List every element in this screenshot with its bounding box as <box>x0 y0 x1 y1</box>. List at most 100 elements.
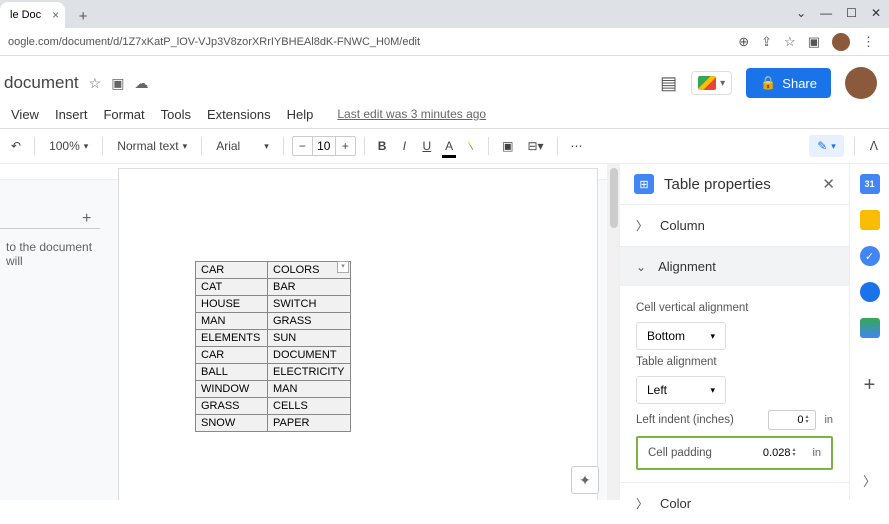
add-outline-button[interactable]: + <box>82 210 91 228</box>
table-cell[interactable]: SUN <box>268 330 351 347</box>
table-row[interactable]: MANGRASS <box>196 313 351 330</box>
zoom-icon[interactable]: ⊕ <box>738 34 749 50</box>
menu-tools[interactable]: Tools <box>154 103 198 126</box>
menu-format[interactable]: Format <box>96 103 151 126</box>
editing-mode-button[interactable]: ✎ ▾ <box>809 135 844 157</box>
table-cell[interactable]: SWITCH <box>268 296 351 313</box>
browser-menu-icon[interactable]: ⋮ <box>862 34 875 50</box>
browser-tab[interactable]: le Doc × <box>0 2 65 28</box>
chevron-down-icon[interactable]: ⌄ <box>796 6 806 20</box>
table-cell[interactable]: CAR <box>196 347 268 364</box>
table-row[interactable]: CARDOCUMENT <box>196 347 351 364</box>
comments-icon[interactable]: ▤ <box>660 73 677 94</box>
table-cell[interactable]: ELEMENTS <box>196 330 268 347</box>
table-cell[interactable]: MAN <box>196 313 268 330</box>
table-cell[interactable]: CAT <box>196 279 268 296</box>
document-table[interactable]: CARCOLORSCATBARHOUSESWITCHMANGRASSELEMEN… <box>195 261 351 432</box>
maps-icon[interactable] <box>860 318 880 338</box>
zoom-select[interactable]: 100% ▾ <box>43 135 94 157</box>
table-cell[interactable]: WINDOW <box>196 381 268 398</box>
table-row[interactable]: CARCOLORS <box>196 262 351 279</box>
align-button[interactable]: ⊟▾ <box>522 135 548 157</box>
style-select[interactable]: Normal text ▾ <box>111 135 193 157</box>
calendar-icon[interactable]: 31 <box>860 174 880 194</box>
table-cell[interactable]: GRASS <box>196 398 268 415</box>
cell-padding-input[interactable] <box>760 447 790 459</box>
section-alignment[interactable]: ⌄ Alignment <box>620 247 849 286</box>
italic-button[interactable]: I <box>395 135 413 157</box>
close-panel-button[interactable]: ✕ <box>822 175 835 193</box>
toolbar: ↶ 100% ▾ Normal text ▾ Arial ▾ − + B I U… <box>0 128 889 164</box>
new-tab-button[interactable]: + <box>71 4 95 28</box>
table-align-select[interactable]: Left ▾ <box>636 376 726 404</box>
table-row[interactable]: WINDOWMAN <box>196 381 351 398</box>
highlight-button[interactable]: / <box>462 135 480 157</box>
more-tools-button[interactable]: ⋯ <box>566 135 588 157</box>
bold-button[interactable]: B <box>373 135 392 157</box>
font-size-input[interactable] <box>312 137 336 155</box>
collapse-rail-button[interactable]: 〉 <box>863 471 876 490</box>
scrollbar-track[interactable] <box>607 164 619 500</box>
account-avatar-icon[interactable] <box>845 67 877 99</box>
table-cell[interactable]: MAN <box>268 381 351 398</box>
insert-image-button[interactable]: ▣ <box>497 135 518 157</box>
table-cell[interactable]: CELLS <box>268 398 351 415</box>
increase-font-button[interactable]: + <box>336 137 355 155</box>
table-row[interactable]: HOUSESWITCH <box>196 296 351 313</box>
move-icon[interactable]: ▣ <box>111 75 124 92</box>
cell-vertical-select[interactable]: Bottom ▾ <box>636 322 726 350</box>
table-row[interactable]: GRASSCELLS <box>196 398 351 415</box>
contacts-icon[interactable] <box>860 282 880 302</box>
stepper-icon[interactable]: ▴▾ <box>805 415 808 425</box>
keep-icon[interactable] <box>860 210 880 230</box>
table-handle-icon[interactable]: ▾ <box>337 261 349 273</box>
font-select[interactable]: Arial ▾ <box>210 135 275 157</box>
menu-insert[interactable]: Insert <box>48 103 95 126</box>
table-cell[interactable]: BALL <box>196 364 268 381</box>
bookmark-icon[interactable]: ☆ <box>784 34 796 50</box>
left-indent-input[interactable] <box>773 414 803 426</box>
profile-avatar-icon[interactable] <box>832 33 850 51</box>
stepper-icon[interactable]: ▴▾ <box>792 448 795 458</box>
table-cell[interactable]: CAR <box>196 262 268 279</box>
close-window-button[interactable]: ✕ <box>871 6 881 20</box>
url-text[interactable]: oogle.com/document/d/1Z7xKatP_lOV-VJp3V8… <box>8 36 738 48</box>
document-page[interactable]: CARCOLORSCATBARHOUSESWITCHMANGRASSELEMEN… <box>118 168 598 500</box>
table-cell[interactable]: PAPER <box>268 415 351 432</box>
last-edit-link[interactable]: Last edit was 3 minutes ago <box>330 103 493 125</box>
table-cell[interactable]: HOUSE <box>196 296 268 313</box>
collapse-toolbar-button[interactable]: ᐱ <box>865 135 883 157</box>
table-cell[interactable]: DOCUMENT <box>268 347 351 364</box>
share-url-icon[interactable]: ⇪ <box>761 34 772 50</box>
tasks-icon[interactable]: ✓ <box>860 246 880 266</box>
table-cell[interactable]: BAR <box>268 279 351 296</box>
menu-view[interactable]: View <box>4 103 46 126</box>
table-row[interactable]: ELEMENTSSUN <box>196 330 351 347</box>
text-color-button[interactable]: A <box>440 135 458 157</box>
extensions-icon[interactable]: ▣ <box>808 34 820 50</box>
explore-button[interactable]: ✦ <box>571 466 599 494</box>
minimize-button[interactable]: — <box>820 6 832 20</box>
undo-button[interactable]: ↶ <box>6 135 26 157</box>
add-addon-button[interactable]: + <box>864 374 876 397</box>
maximize-button[interactable]: ☐ <box>846 6 857 20</box>
meet-button[interactable]: ▾ <box>691 71 732 95</box>
cloud-status-icon[interactable]: ☁ <box>134 75 148 92</box>
scrollbar-thumb[interactable] <box>610 168 618 228</box>
table-cell[interactable]: ELECTRICITY <box>268 364 351 381</box>
decrease-font-button[interactable]: − <box>293 137 312 155</box>
table-row[interactable]: BALLELECTRICITY <box>196 364 351 381</box>
menu-extensions[interactable]: Extensions <box>200 103 278 126</box>
table-row[interactable]: SNOWPAPER <box>196 415 351 432</box>
tab-close-icon[interactable]: × <box>52 8 59 22</box>
table-cell[interactable]: GRASS <box>268 313 351 330</box>
menu-help[interactable]: Help <box>280 103 321 126</box>
table-cell[interactable]: SNOW <box>196 415 268 432</box>
section-column[interactable]: 〉 Column <box>620 205 849 246</box>
star-icon[interactable]: ☆ <box>89 75 102 92</box>
table-row[interactable]: CATBAR <box>196 279 351 296</box>
share-button[interactable]: 🔒 Share <box>746 68 831 98</box>
document-title[interactable]: document <box>4 73 79 93</box>
underline-button[interactable]: U <box>417 135 436 157</box>
section-color[interactable]: 〉 Color <box>620 483 849 524</box>
